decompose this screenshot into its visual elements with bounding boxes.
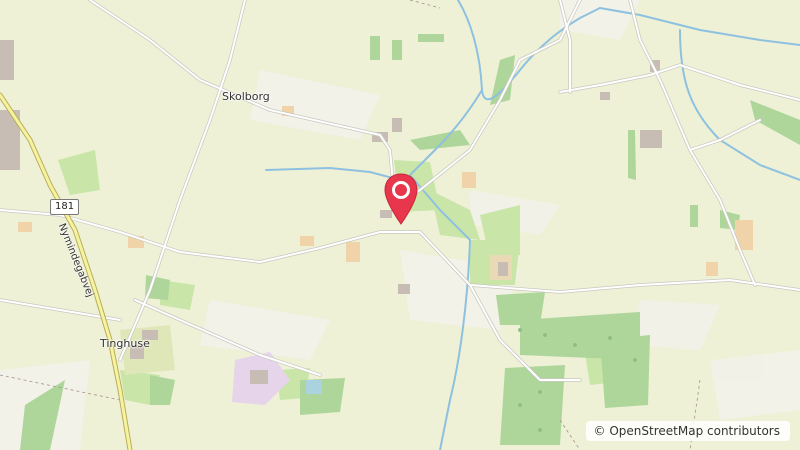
map-pin-icon [384,173,418,225]
attribution-text: © OpenStreetMap contributors [593,424,780,438]
location-marker[interactable] [381,172,421,226]
map-view[interactable]: Skolborg Tinghuse 181 Nymindegabvej © Op… [0,0,800,450]
route-shield-181: 181 [50,199,80,215]
map-attribution[interactable]: © OpenStreetMap contributors [585,421,790,441]
pond [306,380,322,394]
place-label-tinghuse: Tinghuse [100,337,150,350]
place-label-skolborg: Skolborg [222,90,270,103]
